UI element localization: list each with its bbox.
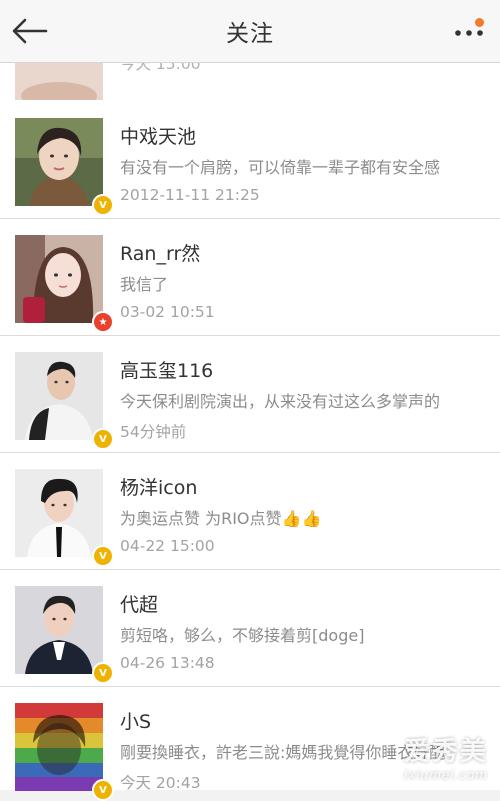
verified-badge-icon: V: [92, 662, 114, 684]
list-item[interactable]: V 高玉玺116 今天保利剧院演出，从来没有过这么多掌声的 54分钟前: [0, 336, 500, 453]
site-watermark: 爱秀美 ixiumei.com: [404, 731, 488, 782]
list-item[interactable]: V 中戏天池 有没有一个肩膀，可以倚靠一辈子都有安全感 2012-11-11 2…: [0, 102, 500, 219]
user-name: 小S: [120, 711, 152, 733]
timestamp: 03-02 10:51: [120, 303, 215, 321]
avatar: [15, 469, 103, 557]
user-name: Ran_rr然: [120, 243, 201, 265]
user-name: 中戏天池: [120, 126, 197, 148]
timestamp: 2012-11-11 21:25: [120, 186, 260, 204]
watermark-main: 爱秀美: [403, 737, 488, 767]
avatar: [15, 118, 103, 206]
latest-post: 今天保利剧院演出，从来没有过这么多掌声的: [120, 392, 441, 411]
user-name: 杨洋icon: [120, 477, 198, 499]
back-button[interactable]: [10, 13, 50, 49]
more-button[interactable]: [452, 14, 488, 48]
list-item[interactable]: V 杨洋icon 为奥运点赞 为RIO点赞👍👍 04-22 15:00: [0, 453, 500, 570]
avatar: [15, 235, 103, 323]
verified-badge-icon: V: [92, 194, 114, 216]
avatar: [15, 703, 103, 791]
latest-post: 我信了: [120, 275, 169, 294]
verified-badge-icon: V: [92, 779, 114, 801]
timestamp: 04-26 13:48: [120, 654, 215, 672]
list-item[interactable]: V 代超 剪短咯，够么，不够接着剪[doge] 04-26 13:48: [0, 570, 500, 687]
notification-dot: [475, 18, 484, 27]
page-title: 关注: [226, 21, 274, 47]
avatar: [15, 586, 103, 674]
timestamp: 54分钟前: [120, 423, 187, 441]
top-nav-bar: 关注: [0, 0, 500, 63]
list-item[interactable]: ★ Ran_rr然 我信了 03-02 10:51: [0, 219, 500, 336]
watermark-sub: ixiumei.com: [403, 768, 488, 782]
member-badge-icon: ★: [92, 311, 114, 333]
latest-post: 有没有一个肩膀，可以倚靠一辈子都有安全感: [120, 158, 441, 177]
user-name: 代超: [120, 594, 159, 616]
verified-badge-icon: V: [92, 545, 114, 567]
latest-post: 为奥运点赞 为RIO点赞👍👍: [120, 509, 322, 528]
latest-post: 剪短咯，够么，不够接着剪[doge]: [120, 626, 365, 645]
timestamp: 04-22 15:00: [120, 537, 215, 555]
user-name: 高玉玺116: [120, 360, 214, 382]
avatar: [15, 352, 103, 440]
verified-badge-icon: V: [92, 428, 114, 450]
arrow-left-icon: [12, 18, 48, 44]
